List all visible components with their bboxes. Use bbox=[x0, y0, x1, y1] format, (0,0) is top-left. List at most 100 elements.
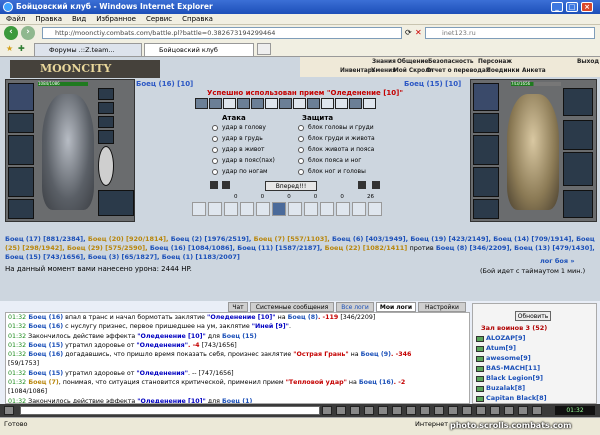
tool-icon[interactable] bbox=[532, 406, 542, 415]
skill-icon[interactable] bbox=[363, 98, 376, 109]
defense-radio-1[interactable] bbox=[298, 125, 304, 131]
combo-icon-left-2[interactable] bbox=[222, 181, 230, 189]
address-input[interactable]: http://moonctiy.combats.com/battle.pl?ba… bbox=[42, 27, 402, 39]
skill-icon[interactable] bbox=[321, 98, 334, 109]
left-gloves-slot[interactable] bbox=[98, 130, 114, 144]
menu-knowledge[interactable]: Знания bbox=[372, 59, 396, 65]
log-segment[interactable]: Боец (16) bbox=[26, 323, 63, 330]
right-ring-slot[interactable] bbox=[563, 88, 593, 116]
skill-icon[interactable] bbox=[279, 98, 292, 109]
fighter-link[interactable]: Боец (14) [709/1914], bbox=[493, 235, 576, 243]
tab-chat[interactable]: Чат bbox=[228, 302, 248, 312]
forward-arrow-icon[interactable]: › bbox=[21, 26, 35, 40]
chat-icon[interactable] bbox=[4, 406, 14, 415]
fighter-link[interactable]: Боец (17) [881/2384], bbox=[5, 235, 88, 243]
skill-icon[interactable] bbox=[209, 98, 222, 109]
right-shield-slot[interactable] bbox=[563, 152, 593, 186]
menu-edit[interactable]: Правка bbox=[35, 14, 62, 25]
tool-icon[interactable] bbox=[350, 406, 360, 415]
skill-icon[interactable] bbox=[265, 98, 278, 109]
tool-icon[interactable] bbox=[434, 406, 444, 415]
skill-icon[interactable] bbox=[349, 98, 362, 109]
stop-icon[interactable]: ✕ bbox=[415, 28, 422, 37]
refresh-room-button[interactable]: Обновить bbox=[515, 311, 551, 321]
left-shield-slot[interactable] bbox=[98, 146, 114, 186]
tool-icon[interactable] bbox=[322, 406, 332, 415]
tool-icon[interactable] bbox=[364, 406, 374, 415]
fighter-link[interactable]: Боец (29) [575/2590], bbox=[67, 244, 150, 252]
tool-icon[interactable] bbox=[336, 406, 346, 415]
player-name[interactable]: Black Legion[9] bbox=[486, 374, 543, 382]
right-helmet-slot[interactable] bbox=[473, 83, 499, 111]
player-name[interactable]: Atum[9] bbox=[486, 344, 516, 352]
tab-all-logs[interactable]: Все логи bbox=[336, 302, 374, 312]
bottom-skill-icon[interactable] bbox=[368, 202, 382, 216]
skill-icon[interactable] bbox=[335, 98, 348, 109]
fighter-link[interactable]: Боец (2) [1976/2519], bbox=[171, 235, 254, 243]
search-input[interactable]: inet123.ru bbox=[425, 27, 595, 39]
log-segment[interactable]: Боец (16) bbox=[359, 379, 394, 386]
menu-communication[interactable]: Общение bbox=[397, 59, 428, 65]
right-belt-slot[interactable] bbox=[473, 199, 499, 219]
fighter-link[interactable]: Боец (1) [1183/2007] bbox=[162, 253, 240, 261]
tool-icon[interactable] bbox=[448, 406, 458, 415]
right-boots-slot[interactable] bbox=[563, 190, 593, 218]
tool-icon[interactable] bbox=[476, 406, 486, 415]
combo-icon-left[interactable] bbox=[210, 181, 218, 189]
left-amulet-slot[interactable] bbox=[8, 113, 34, 133]
tool-icon[interactable] bbox=[504, 406, 514, 415]
defense-radio-3[interactable] bbox=[298, 147, 304, 153]
menu-file[interactable]: Файл bbox=[6, 14, 25, 25]
right-weapon-slot[interactable] bbox=[473, 135, 499, 165]
log-segment[interactable]: Боец (9) bbox=[361, 351, 391, 358]
log-segment[interactable]: Боец (15) bbox=[26, 370, 63, 377]
skill-icon[interactable] bbox=[195, 98, 208, 109]
menu-security[interactable]: Безопасность bbox=[428, 59, 474, 65]
log-segment[interactable]: Боец (8) bbox=[288, 314, 318, 321]
tool-icon[interactable] bbox=[406, 406, 416, 415]
log-segment[interactable]: Боец (15) bbox=[26, 342, 63, 349]
tab-system-messages[interactable]: Системные сообщения bbox=[250, 302, 334, 312]
menu-profile[interactable]: Анкета bbox=[522, 68, 546, 74]
attack-radio-belly[interactable] bbox=[212, 147, 218, 153]
bottom-skill-icon[interactable] bbox=[288, 202, 302, 216]
fighter-link[interactable]: Боец (15) [743/1656], bbox=[5, 253, 88, 261]
left-ring-slot-2[interactable] bbox=[98, 102, 114, 114]
back-arrow-icon[interactable]: ‹ bbox=[4, 26, 18, 40]
left-player-name[interactable]: Боец (16) [10] bbox=[136, 80, 193, 88]
tool-icon[interactable] bbox=[490, 406, 500, 415]
fighter-link[interactable]: Боец (16) [1084/1086], bbox=[150, 244, 237, 252]
refresh-icon[interactable]: ⟳ bbox=[405, 28, 412, 37]
menu-transfer-report[interactable]: Отчет о переводах bbox=[426, 68, 490, 74]
tool-icon[interactable] bbox=[392, 406, 402, 415]
log-segment[interactable]: Боец (16) bbox=[26, 314, 63, 321]
bottom-skill-icon[interactable] bbox=[224, 202, 238, 216]
defense-radio-5[interactable] bbox=[298, 169, 304, 175]
attack-go-button[interactable]: Вперед!!! bbox=[265, 181, 317, 191]
add-favorites-icon[interactable]: ✚ bbox=[18, 44, 25, 53]
right-player-name[interactable]: Боец (15) [10] bbox=[404, 80, 461, 88]
maximize-button[interactable]: □ bbox=[566, 2, 578, 12]
right-amulet-slot[interactable] bbox=[473, 113, 499, 133]
menu-character[interactable]: Персонаж bbox=[478, 59, 512, 65]
combo-icon-right-2[interactable] bbox=[372, 181, 380, 189]
attack-radio-head[interactable] bbox=[212, 125, 218, 131]
fighter-link[interactable]: Боец (19) [423/2149], bbox=[410, 235, 493, 243]
left-armor-slot[interactable] bbox=[8, 167, 34, 197]
fighter-link[interactable]: Боец (20) [920/1814], bbox=[88, 235, 171, 243]
attack-radio-waist[interactable] bbox=[212, 158, 218, 164]
log-segment[interactable]: Боец (15) bbox=[222, 333, 257, 340]
player-name[interactable]: ALOZAP[9] bbox=[486, 334, 525, 342]
attack-radio-legs[interactable] bbox=[212, 169, 218, 175]
player-name[interactable]: Capitan Black[8] bbox=[486, 394, 547, 402]
fighter-link[interactable]: Боец (6) [403/1949], bbox=[332, 235, 410, 243]
favorites-star-icon[interactable]: ★ bbox=[6, 44, 13, 53]
skill-icon[interactable] bbox=[237, 98, 250, 109]
combo-icon-right[interactable] bbox=[358, 181, 366, 189]
chat-input[interactable] bbox=[20, 406, 320, 415]
tool-icon[interactable] bbox=[378, 406, 388, 415]
bottom-skill-icon[interactable] bbox=[240, 202, 254, 216]
tab-settings[interactable]: Настройки bbox=[418, 302, 466, 312]
skill-icon[interactable] bbox=[223, 98, 236, 109]
defense-radio-4[interactable] bbox=[298, 158, 304, 164]
